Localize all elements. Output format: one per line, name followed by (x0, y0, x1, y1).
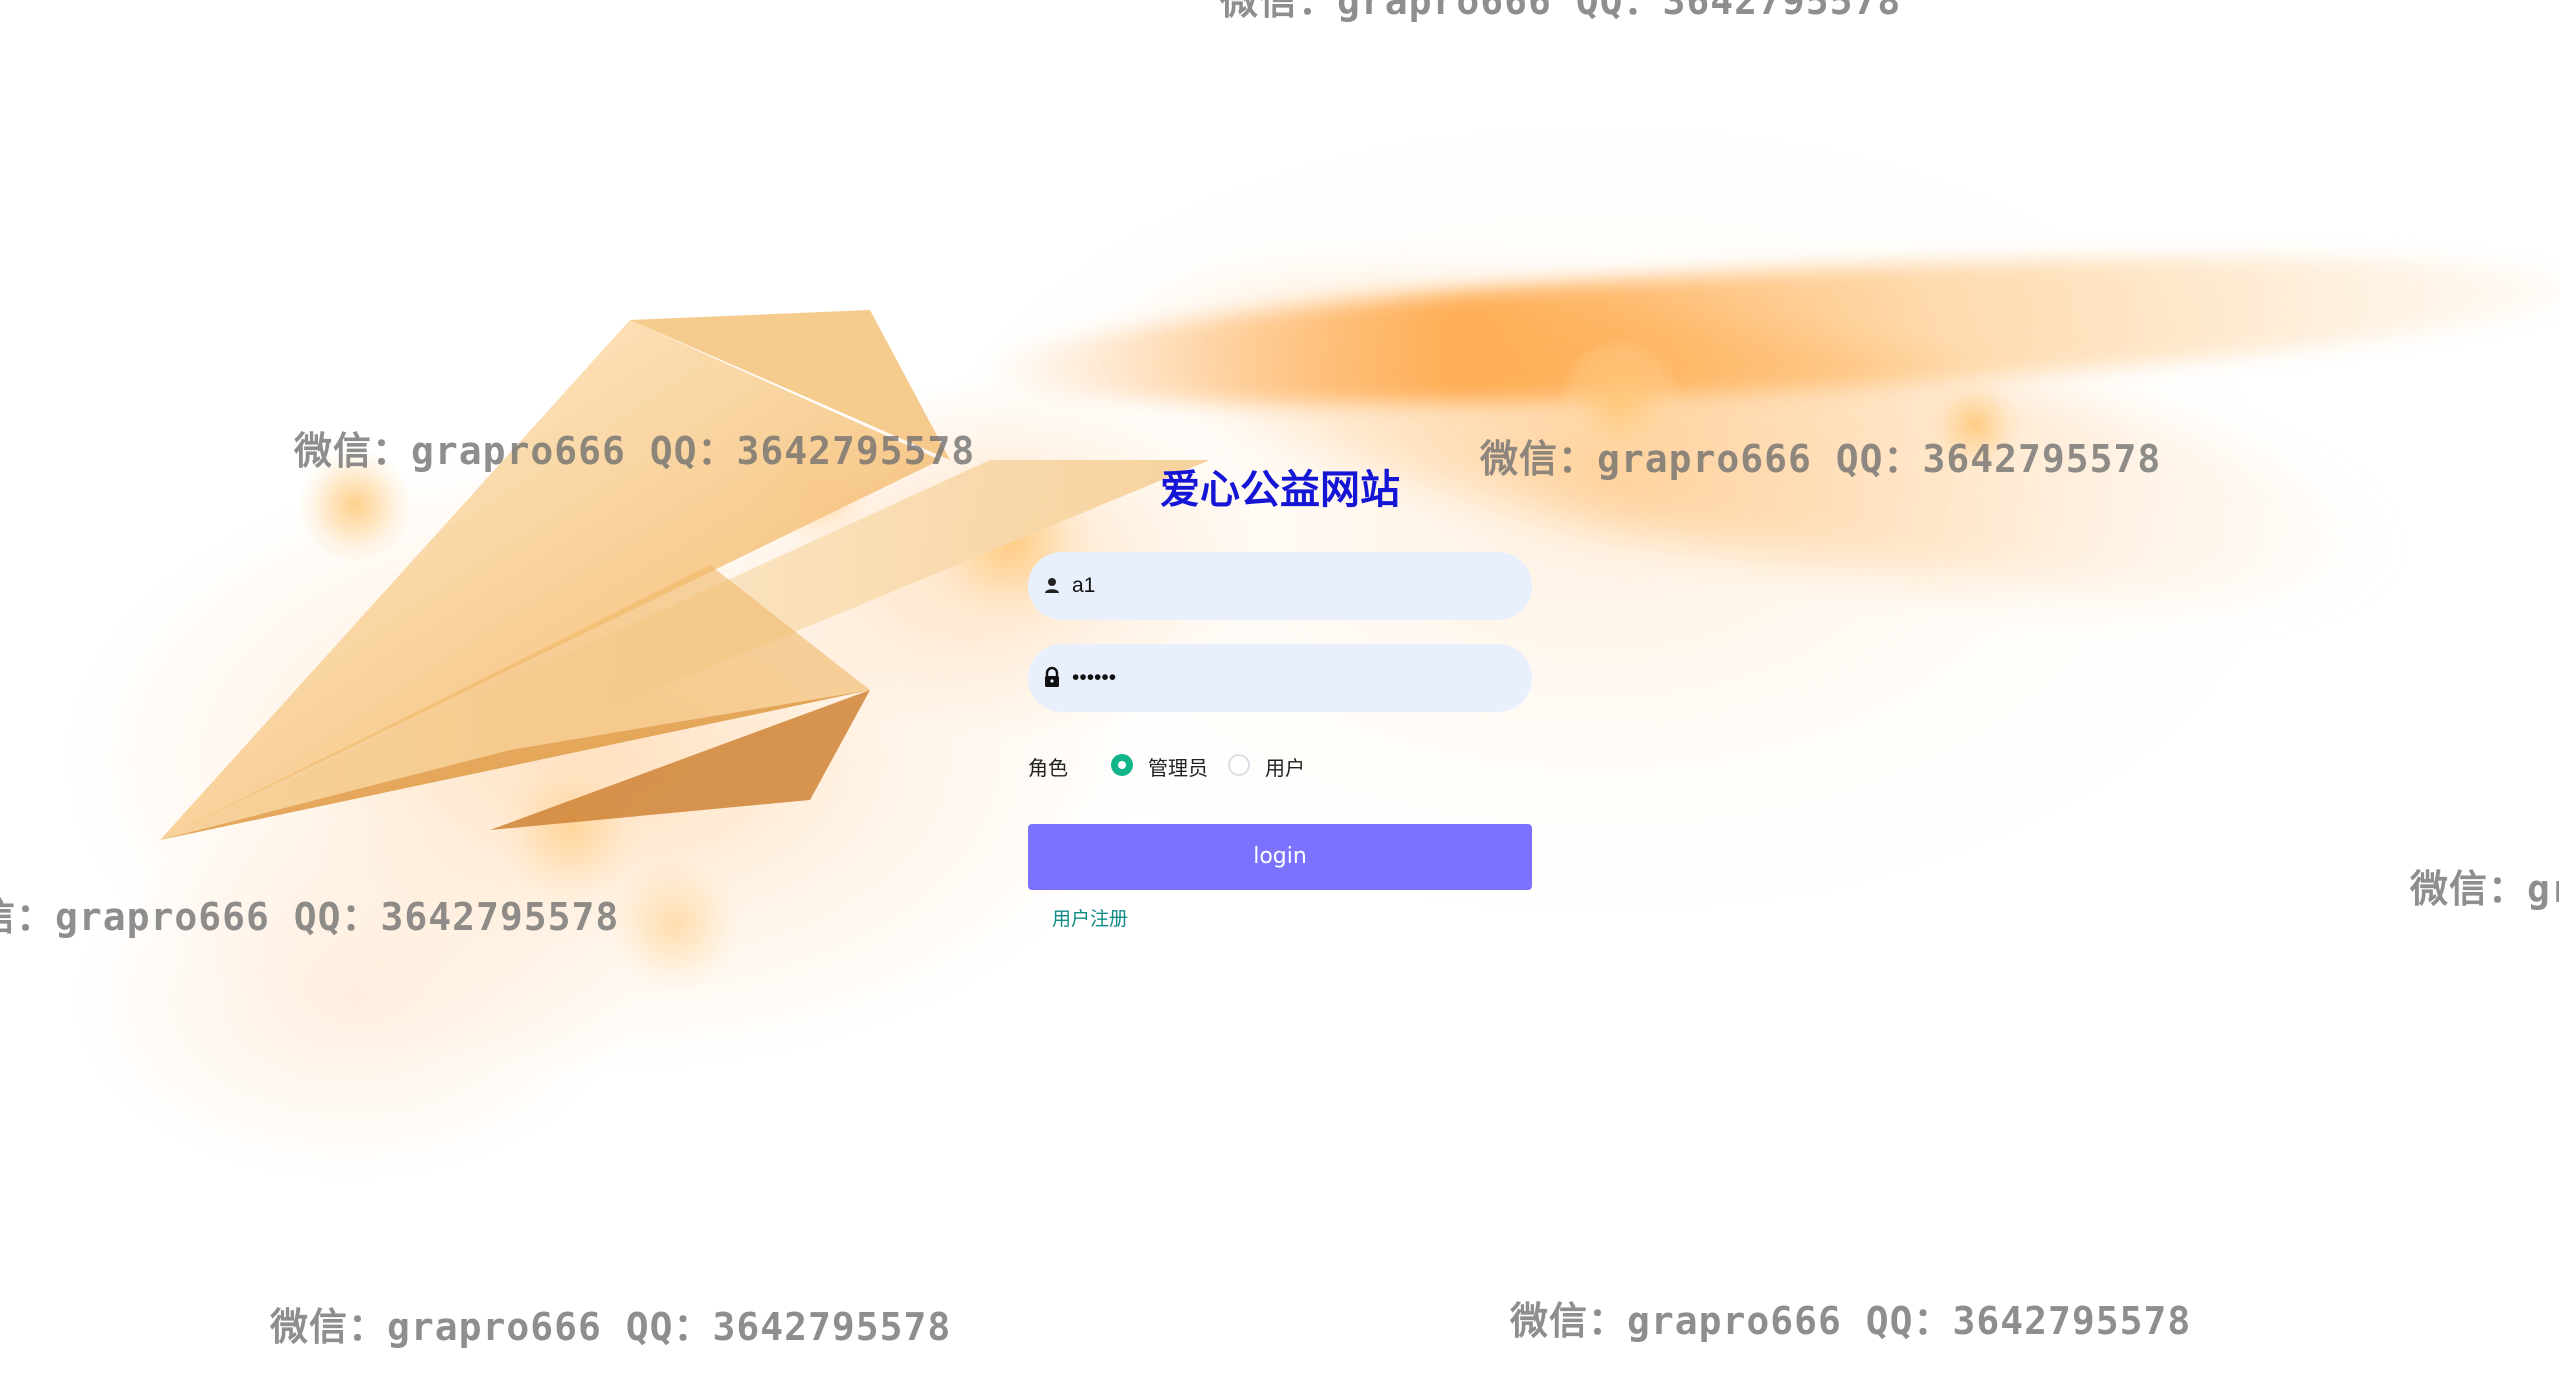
watermark: 微信：grapro666 QQ：3642795578 (0, 895, 620, 939)
watermark: 微信：grapro666 QQ：3642795578 (294, 429, 976, 473)
site-title: 爱心公益网站 (1160, 467, 1400, 513)
password-field[interactable] (1028, 644, 1532, 712)
user-icon (1045, 578, 1059, 593)
watermark: 微信：grapro666 QQ：3642795578 (2410, 867, 2559, 911)
role-radio-user[interactable] (1228, 754, 1250, 776)
role-option-admin-label[interactable]: 管理员 (1148, 752, 1208, 781)
register-link[interactable]: 用户注册 (1052, 904, 1128, 931)
password-input[interactable] (1072, 644, 1512, 712)
username-field[interactable] (1028, 552, 1532, 620)
role-label: 角色 (1028, 756, 1068, 780)
watermark: 微信：grapro666 QQ：3642795578 (270, 1305, 952, 1349)
watermark: 微信：grapro666 QQ：3642795578 (1220, 0, 1902, 23)
watermark: 微信：grapro666 QQ：3642795578 (1480, 437, 2162, 481)
role-option-user-label[interactable]: 用户 (1265, 752, 1305, 781)
role-radio-admin[interactable] (1111, 754, 1133, 776)
watermark: 微信：grapro666 QQ：3642795578 (1510, 1299, 2192, 1343)
lock-icon (1045, 666, 1059, 687)
login-button[interactable]: login (1028, 824, 1532, 890)
login-page: 微信：grapro666 QQ：3642795578 微信：grapro666 … (0, 0, 2559, 1399)
lens-flare (610, 860, 740, 990)
username-input[interactable] (1072, 552, 1512, 620)
